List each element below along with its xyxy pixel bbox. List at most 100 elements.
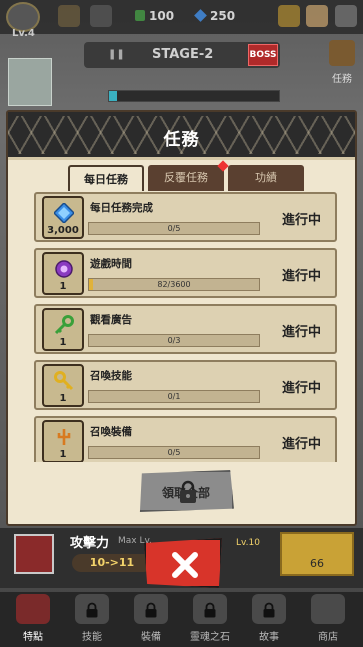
nav-label: 技能 xyxy=(82,632,102,643)
lock-icon xyxy=(204,602,216,618)
quest-progress-bar: 0/5 xyxy=(88,222,260,235)
stat-next-level: Lv.10 xyxy=(236,538,260,548)
nav-item[interactable]: 特點 xyxy=(4,594,62,646)
crossed-swords-icon xyxy=(14,534,54,574)
stage-name: STAGE-2 xyxy=(152,47,214,62)
quest-row: 1 召喚裝備 0/5 進行中 xyxy=(34,416,337,462)
bottom-nav: 特點 技能 裝備 靈魂之石 故事 商店 xyxy=(0,592,363,647)
quest-status: 進行中 xyxy=(282,325,322,340)
quest-name: 召喚技能 xyxy=(90,370,132,382)
alert-badge xyxy=(217,160,229,172)
nav-label: 商店 xyxy=(318,632,338,643)
quest-name: 遊戲時間 xyxy=(90,258,132,270)
reward-slot[interactable]: 1 xyxy=(42,364,84,407)
nav-icon xyxy=(16,594,50,624)
nav-item[interactable]: 裝備 xyxy=(122,594,180,646)
quest-status: 進行中 xyxy=(282,213,322,228)
nav-item[interactable]: 商店 xyxy=(299,594,357,646)
reward-count: 3,000 xyxy=(47,225,79,236)
quest-name: 觀看廣告 xyxy=(90,314,132,326)
quest-row: 1 遊戲時間 82/3600 進行中 xyxy=(34,248,337,298)
quest-name: 召喚裝備 xyxy=(90,426,132,438)
upgrade-cost-button[interactable]: 66 xyxy=(280,532,354,576)
tab-repeat-label: 反覆任務 xyxy=(164,171,208,184)
nav-item[interactable]: 技能 xyxy=(63,594,121,646)
quest-side-button[interactable]: 任務 xyxy=(325,40,359,90)
diamond-icon xyxy=(52,201,76,225)
nav-item[interactable]: 故事 xyxy=(240,594,298,646)
green-key-icon xyxy=(54,315,74,335)
reward-slot[interactable]: 3,000 xyxy=(42,196,84,239)
stage-bar: ❚❚ STAGE-2 BOSS xyxy=(84,42,280,68)
quest-name: 每日任務完成 xyxy=(90,202,153,214)
quest-status: 進行中 xyxy=(282,381,322,396)
gold-key-icon xyxy=(54,371,74,391)
scroll-icon xyxy=(329,40,355,66)
nav-label: 故事 xyxy=(259,632,279,643)
mail-icon[interactable] xyxy=(306,5,328,27)
upgrade-cost: 66 xyxy=(310,557,324,570)
claim-all-button[interactable]: 領取全部 xyxy=(139,470,234,512)
quest-progress-text: 0/1 xyxy=(167,392,181,401)
nav-label: 靈魂之石 xyxy=(190,632,230,643)
quest-progress-text: 82/3600 xyxy=(157,280,191,289)
quest-list[interactable]: 3,000 每日任務完成 0/5 進行中 1 遊戲時間 82/3600 進行中 1 觀看廣告 0/3… xyxy=(34,192,337,462)
modal-title: 任務 xyxy=(163,130,200,150)
diamond-counter: 250 xyxy=(194,9,236,23)
shield-icon[interactable] xyxy=(58,5,80,27)
diamond-icon xyxy=(194,9,207,22)
tab-achievement[interactable]: 功績 xyxy=(228,165,304,191)
quest-side-label: 任務 xyxy=(332,74,352,85)
stat-range: 10->11 xyxy=(72,554,152,572)
lock-icon xyxy=(145,602,157,618)
lock-icon xyxy=(263,602,275,618)
nav-label: 特點 xyxy=(23,632,43,643)
close-button[interactable] xyxy=(144,538,222,588)
quest-progress-bar: 0/3 xyxy=(88,334,260,347)
reward-count: 1 xyxy=(59,449,67,460)
reward-slot[interactable]: 1 xyxy=(42,308,84,351)
reward-slot[interactable]: 1 xyxy=(42,420,84,462)
quest-progress-text: 0/3 xyxy=(167,336,181,345)
quest-progress-bar: 82/3600 xyxy=(88,278,260,291)
boss-button[interactable]: BOSS xyxy=(248,44,278,66)
trophy-icon[interactable] xyxy=(278,5,300,27)
nav-item[interactable]: 靈魂之石 xyxy=(181,594,239,646)
quest-progress-bar: 0/5 xyxy=(88,446,260,459)
reward-count: 1 xyxy=(59,337,67,348)
player-level: Lv.4 xyxy=(12,28,35,39)
tab-daily[interactable]: 每日任務 xyxy=(68,165,144,191)
quest-modal: 任務 每日任務 反覆任務 功績 3,000 每日任務完成 0/5 進行中 1 遊戲時間 82… xyxy=(6,110,357,526)
diamond-count: 250 xyxy=(210,9,236,23)
nav-label: 裝備 xyxy=(141,632,161,643)
lock-icon xyxy=(86,602,98,618)
tab-repeat[interactable]: 反覆任務 xyxy=(148,160,229,191)
hero-portrait xyxy=(8,58,52,106)
settings-icon[interactable] xyxy=(335,5,357,27)
chest-icon[interactable] xyxy=(90,5,112,27)
quest-row: 1 觀看廣告 0/3 進行中 xyxy=(34,304,337,354)
reward-count: 1 xyxy=(59,281,67,292)
stage-progress-fill xyxy=(109,91,117,101)
nav-icon xyxy=(311,594,345,624)
quest-status: 進行中 xyxy=(282,269,322,284)
reward-slot[interactable]: 1 xyxy=(42,252,84,295)
gem-counter: 100 xyxy=(135,9,174,23)
purple-gem-orb-icon xyxy=(54,259,74,279)
modal-header: 任務 xyxy=(8,112,355,160)
quest-status: 進行中 xyxy=(282,437,322,452)
top-hud: Lv.4 100 250 xyxy=(0,0,363,39)
orange-key-icon xyxy=(54,427,74,447)
lock-icon xyxy=(180,480,196,503)
stage-progress xyxy=(108,90,280,102)
quest-row: 3,000 每日任務完成 0/5 進行中 xyxy=(34,192,337,242)
close-icon xyxy=(172,552,198,578)
quest-row: 1 召喚技能 0/1 進行中 xyxy=(34,360,337,410)
gem-count: 100 xyxy=(149,9,175,23)
quest-progress-bar: 0/1 xyxy=(88,390,260,403)
quest-progress-text: 0/5 xyxy=(167,224,181,233)
gem-icon xyxy=(135,10,145,21)
pause-icon[interactable]: ❚❚ xyxy=(108,49,125,60)
reward-count: 1 xyxy=(59,393,67,404)
stat-label: 攻擊力 xyxy=(70,536,110,551)
